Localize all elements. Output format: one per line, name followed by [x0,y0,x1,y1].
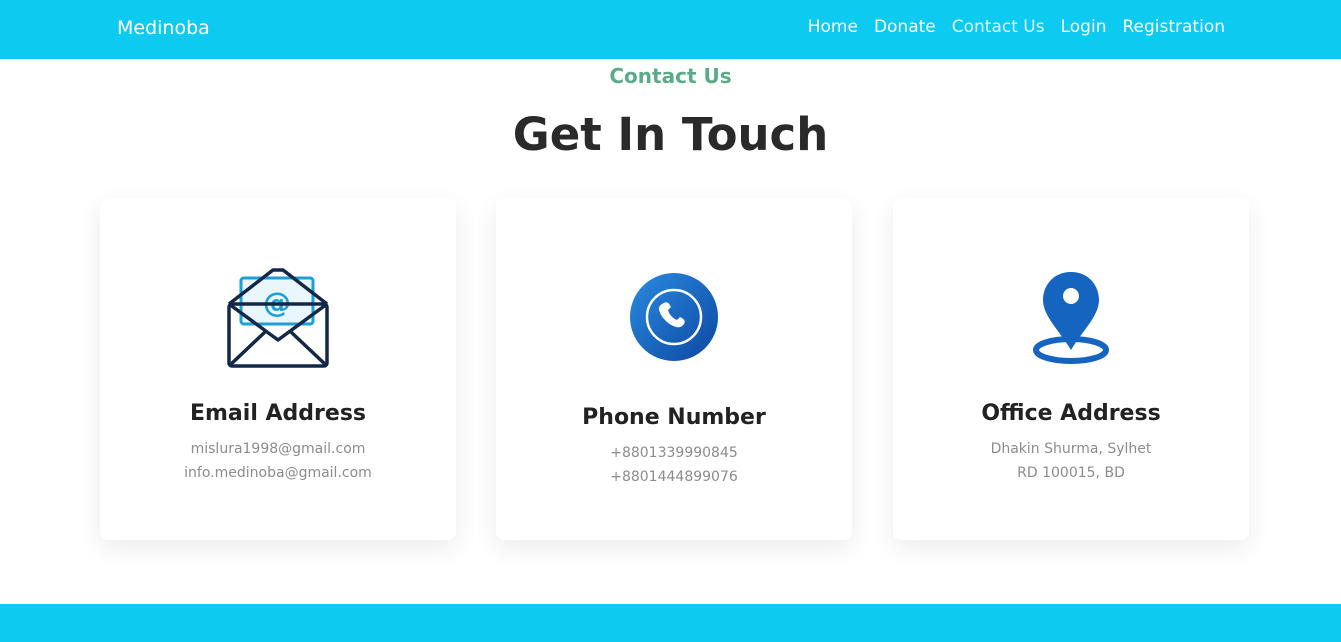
nav-link-contact-us[interactable]: Contact Us [952,17,1045,37]
office-card: Office Address Dhakin Shurma, Sylhet RD … [893,198,1249,540]
nav-links: Home Donate Contact Us Login Registratio… [808,17,1225,37]
phone-secondary: +8801444899076 [610,469,738,485]
footer-bar [0,604,1341,642]
card-title: Phone Number [582,405,766,430]
nav-link-login[interactable]: Login [1061,17,1107,37]
card-title: Email Address [189,401,367,426]
email-card: @ Email Address mislura1998@gmail.com in… [100,198,456,540]
phone-icon [496,272,852,362]
phone-card: Phone Number +8801339990845 +88014448990… [496,198,852,540]
email-secondary: info.medinoba@gmail.com [184,465,372,481]
brand-logo[interactable]: Medinoba [117,17,210,39]
envelope-icon: @ [100,266,456,368]
email-primary: mislura1998@gmail.com [190,441,366,457]
location-pin-icon [893,270,1249,366]
address-line-1: Dhakin Shurma, Sylhet [990,441,1152,457]
card-title: Office Address [981,401,1161,426]
nav-link-donate[interactable]: Donate [874,17,936,37]
nav-link-registration[interactable]: Registration [1122,17,1225,37]
address-line-2: RD 100015, BD [1017,465,1125,481]
navbar: Medinoba Home Donate Contact Us Login Re… [0,0,1341,59]
page-title: Get In Touch [512,108,829,161]
nav-link-home[interactable]: Home [808,17,858,37]
phone-primary: +8801339990845 [610,445,738,461]
section-eyebrow: Contact Us [609,64,732,88]
